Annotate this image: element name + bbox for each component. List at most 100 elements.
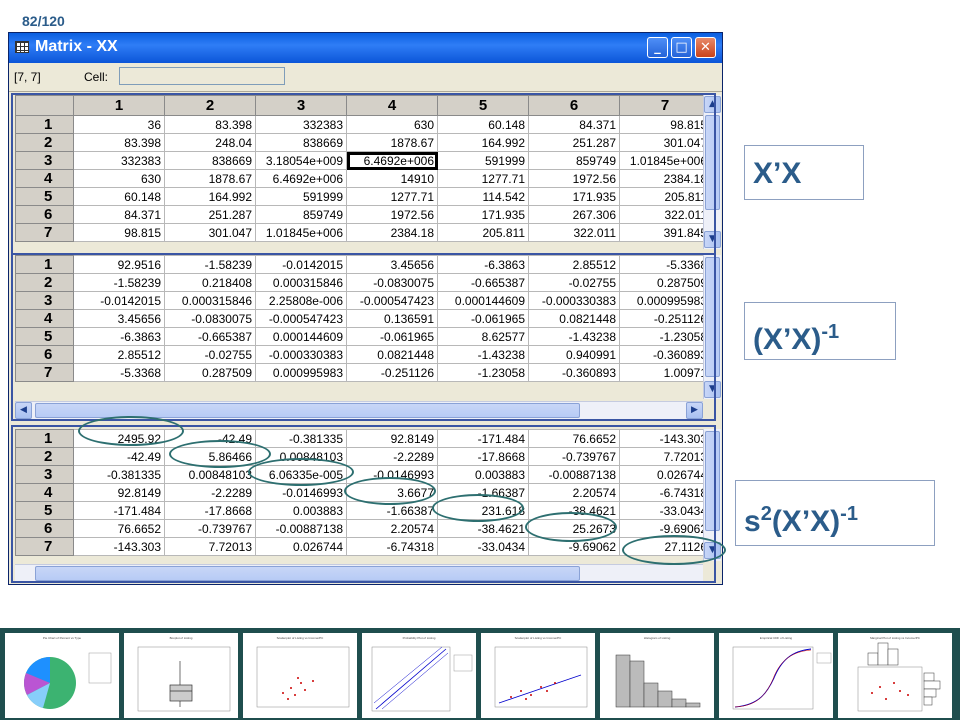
row-header[interactable]: 2 [15,273,74,292]
row-header[interactable]: 1 [15,115,74,134]
row-header[interactable]: 7 [15,223,74,242]
window-titlebar[interactable]: Matrix - XX _ □ ✕ [9,33,722,63]
matrix-cell[interactable]: -171.484 [437,429,529,448]
minimize-button[interactable]: _ [647,37,668,58]
matrix-cell[interactable]: -0.0830075 [346,273,438,292]
matrix-cell[interactable]: 0.026744 [619,465,711,484]
matrix-cell[interactable]: 6.4692e+006 [346,151,438,170]
matrix-cell[interactable]: 0.00848103 [164,465,256,484]
matrix-cell[interactable]: 0.0821448 [528,309,620,328]
column-header[interactable]: 1 [73,95,165,116]
row-header[interactable]: 7 [15,363,74,382]
matrix-cell[interactable]: -0.02755 [528,273,620,292]
matrix-cell[interactable]: 251.287 [528,133,620,152]
matrix-cell[interactable]: 267.306 [528,205,620,224]
scroll-down-icon[interactable]: ▼ [704,231,721,248]
row-header[interactable]: 5 [15,187,74,206]
matrix-cell[interactable]: 6.06335e-005 [255,465,347,484]
row-header[interactable]: 5 [15,327,74,346]
matrix-cell[interactable]: 114.542 [437,187,529,206]
thumbnail-pie-chart[interactable]: Pie Chart of Percent vs Type [5,633,119,718]
scroll-down-icon[interactable]: ▼ [704,542,721,559]
matrix-cell[interactable]: 251.287 [164,205,256,224]
matrix-cell[interactable]: 2.25808e-006 [255,291,347,310]
matrix-cell[interactable]: -38.4621 [437,519,529,538]
matrix-cell[interactable]: -0.0830075 [164,309,256,328]
matrix-cell[interactable]: -0.000330383 [255,345,347,364]
matrix-cell[interactable]: -38.4621 [528,501,620,520]
matrix-cell[interactable]: 2.85512 [528,255,620,274]
matrix-cell[interactable]: 2.20574 [528,483,620,502]
matrix-cell[interactable]: 630 [346,115,438,134]
matrix-cell[interactable]: -0.00887138 [255,519,347,538]
row-header[interactable]: 3 [15,465,74,484]
row-header[interactable]: 6 [15,345,74,364]
scroll-thumb[interactable] [705,257,720,377]
matrix-cell[interactable]: 3.45656 [346,255,438,274]
matrix-cell[interactable]: -0.665387 [437,273,529,292]
column-header[interactable]: 5 [437,95,529,116]
matrix-cell[interactable]: 3.18054e+009 [255,151,347,170]
matrix-cell[interactable]: 859749 [255,205,347,224]
matrix-cell[interactable]: -0.000547423 [255,309,347,328]
matrix-cell[interactable]: 14910 [346,169,438,188]
matrix-cell[interactable]: 630 [73,169,165,188]
matrix-cell[interactable]: -6.74318 [619,483,711,502]
matrix-cell[interactable]: -1.43238 [437,345,529,364]
matrix-cell[interactable]: -0.0146993 [346,465,438,484]
matrix-cell[interactable]: -0.000547423 [346,291,438,310]
thumbnail-marginal-plot[interactable]: Marginal Plot of Listing vs Income/PC [838,633,952,718]
matrix-cell[interactable]: -143.303 [619,429,711,448]
row-header[interactable]: 1 [15,429,74,448]
row-header[interactable]: 3 [15,151,74,170]
scroll-down-icon[interactable]: ▼ [704,381,721,398]
matrix-cell[interactable]: 1277.71 [346,187,438,206]
thumbnail-scatterplot[interactable]: Scatterplot of Listing vs Income/PC [243,633,357,718]
column-header[interactable]: 6 [528,95,620,116]
matrix-cell[interactable]: 0.000144609 [255,327,347,346]
matrix-cell[interactable]: 171.935 [528,187,620,206]
matrix-cell[interactable]: -0.061965 [437,309,529,328]
matrix-cell[interactable]: 60.148 [73,187,165,206]
matrix-cell[interactable]: -17.8668 [164,501,256,520]
matrix-cell[interactable]: 3.45656 [73,309,165,328]
matrix-cell[interactable]: -42.49 [73,447,165,466]
matrix-cell[interactable]: -5.3368 [73,363,165,382]
matrix-cell[interactable]: 83.398 [164,115,256,134]
matrix-cell[interactable]: -0.665387 [164,327,256,346]
matrix-cell[interactable]: -0.739767 [164,519,256,538]
matrix-cell[interactable]: 76.6652 [528,429,620,448]
matrix-cell[interactable]: -0.739767 [528,447,620,466]
row-header[interactable]: 5 [15,501,74,520]
matrix-cell[interactable]: -1.23058 [619,327,711,346]
matrix-cell[interactable]: -6.3863 [73,327,165,346]
matrix-cell[interactable]: 1972.56 [346,205,438,224]
matrix-cell[interactable]: 0.136591 [346,309,438,328]
xx-vertical-scrollbar[interactable]: ▲ ▼ [703,95,721,249]
matrix-cell[interactable]: 859749 [528,151,620,170]
cell-input[interactable] [119,67,285,85]
matrix-cell[interactable]: -33.0434 [619,501,711,520]
row-header[interactable]: 3 [15,291,74,310]
matrix-cell[interactable]: 7.72013 [619,447,711,466]
matrix-cell[interactable]: 1.01845e+006 [255,223,347,242]
matrix-cell[interactable]: 84.371 [73,205,165,224]
matrix-cell[interactable]: -1.43238 [528,327,620,346]
scroll-thumb[interactable] [35,566,580,581]
matrix-cell[interactable]: 171.935 [437,205,529,224]
matrix-cell[interactable]: 2384.18 [346,223,438,242]
thumbnail-boxplot[interactable]: Boxplot of Listing [124,633,238,718]
scroll-thumb[interactable] [705,431,720,531]
matrix-cell[interactable]: -0.251126 [346,363,438,382]
matrix-cell[interactable]: -171.484 [73,501,165,520]
thumbnail-probability-plot[interactable]: Probability Plot of Listing [362,633,476,718]
matrix-cell[interactable]: -1.66387 [437,483,529,502]
matrix-cell[interactable]: 1.01845e+006 [619,151,711,170]
matrix-cell[interactable]: 332383 [255,115,347,134]
close-button[interactable]: ✕ [695,37,716,58]
matrix-cell[interactable]: 27.1126 [619,537,711,556]
matrix-cell[interactable]: 1277.71 [437,169,529,188]
matrix-cell[interactable]: 25.2673 [528,519,620,538]
matrix-cell[interactable]: 83.398 [73,133,165,152]
matrix-cell[interactable]: -1.58239 [73,273,165,292]
